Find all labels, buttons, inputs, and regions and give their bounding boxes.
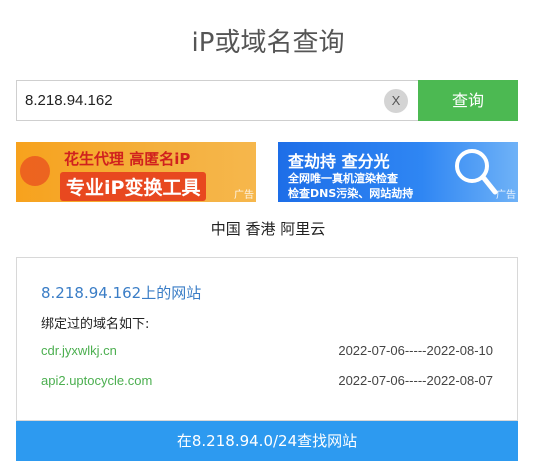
search-box: X (16, 80, 418, 121)
ip-location: 中国 香港 阿里云 (210, 220, 326, 238)
result-title[interactable]: 8.218.94.162上的网站 (41, 282, 201, 303)
domain-link[interactable]: api2.uptocycle.com (41, 373, 152, 388)
list-item: cdr.jyxwlkj.cn 2022-07-06-----2022-08-10 (41, 343, 493, 363)
domain-link[interactable]: cdr.jyxwlkj.cn (41, 343, 117, 358)
ad-banner-left[interactable]: 花生代理 高匿名iP 专业iP变换工具 广告 (16, 142, 256, 202)
result-panel: 8.218.94.162上的网站 绑定过的域名如下: cdr.jyxwlkj.c… (16, 257, 518, 421)
coin-decoration (20, 156, 50, 186)
search-input[interactable] (25, 81, 385, 120)
date-range: 2022-07-06-----2022-08-07 (338, 373, 493, 388)
ad-right-line2: 全网唯一真机渲染检查 (288, 172, 398, 185)
ad-banner-right[interactable]: 查劫持 查分光 全网唯一真机渲染检查 检查DNS污染、网站劫持 广告 (278, 142, 518, 202)
page-title: iP或域名查询 (191, 28, 345, 58)
ad-right-line3: 检查DNS污染、网站劫持 (288, 187, 414, 200)
clear-button[interactable]: X (384, 89, 408, 113)
date-range: 2022-07-06-----2022-08-10 (338, 343, 493, 358)
ad-left-line2: 专业iP变换工具 (60, 172, 207, 201)
list-item: api2.uptocycle.com 2022-07-06-----2022-0… (41, 373, 493, 393)
ad-tag: 广告 (234, 190, 254, 201)
result-subtitle: 绑定过的域名如下: (41, 317, 150, 332)
ad-right-line1: 查劫持 查分光 (288, 152, 390, 171)
search-button[interactable]: 查询 (418, 80, 518, 121)
ad-tag: 广告 (496, 190, 516, 201)
magnifier-icon (455, 149, 498, 195)
find-subnet-button[interactable]: 在8.218.94.0/24查找网站 (16, 421, 518, 461)
ad-left-line1: 花生代理 高匿名iP (64, 150, 191, 168)
